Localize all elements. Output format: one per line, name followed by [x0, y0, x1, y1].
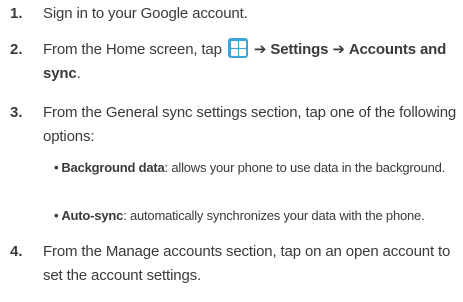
step-number: 4.	[10, 243, 23, 260]
step-number: 1.	[10, 5, 23, 22]
arrow-icon: ➔	[253, 41, 267, 58]
menu-settings: Settings	[270, 41, 329, 58]
step-text: From the General sync settings section, …	[43, 104, 457, 145]
step-text: From the Home screen, tap ➔ Settings ➔ A…	[43, 38, 458, 86]
applications-grid-icon	[227, 38, 248, 58]
option-term: Background data	[61, 160, 165, 175]
option-description: : automatically synchronizes your data w…	[123, 208, 425, 223]
bullet-icon: •	[54, 208, 59, 223]
bullet-icon: •	[54, 160, 59, 175]
step-text-before: From the Home screen, tap	[43, 41, 222, 58]
step-number: 3.	[10, 104, 23, 121]
arrow-icon: ➔	[332, 41, 345, 58]
instructions-page: 1. Sign in to your Google account. 2. Fr…	[0, 0, 463, 302]
option-auto-sync: • Auto-sync: automatically synchronizes y…	[54, 206, 459, 225]
step-text: Sign in to your Google account.	[43, 5, 248, 22]
option-term: Auto-sync	[61, 208, 124, 223]
step-number: 2.	[10, 41, 23, 58]
option-background-data: • Background data: allows your phone to u…	[54, 158, 459, 177]
period: .	[76, 65, 81, 82]
step-text: From the Manage accounts section, tap on…	[43, 243, 451, 284]
option-description: : allows your phone to use data in the b…	[164, 160, 446, 175]
